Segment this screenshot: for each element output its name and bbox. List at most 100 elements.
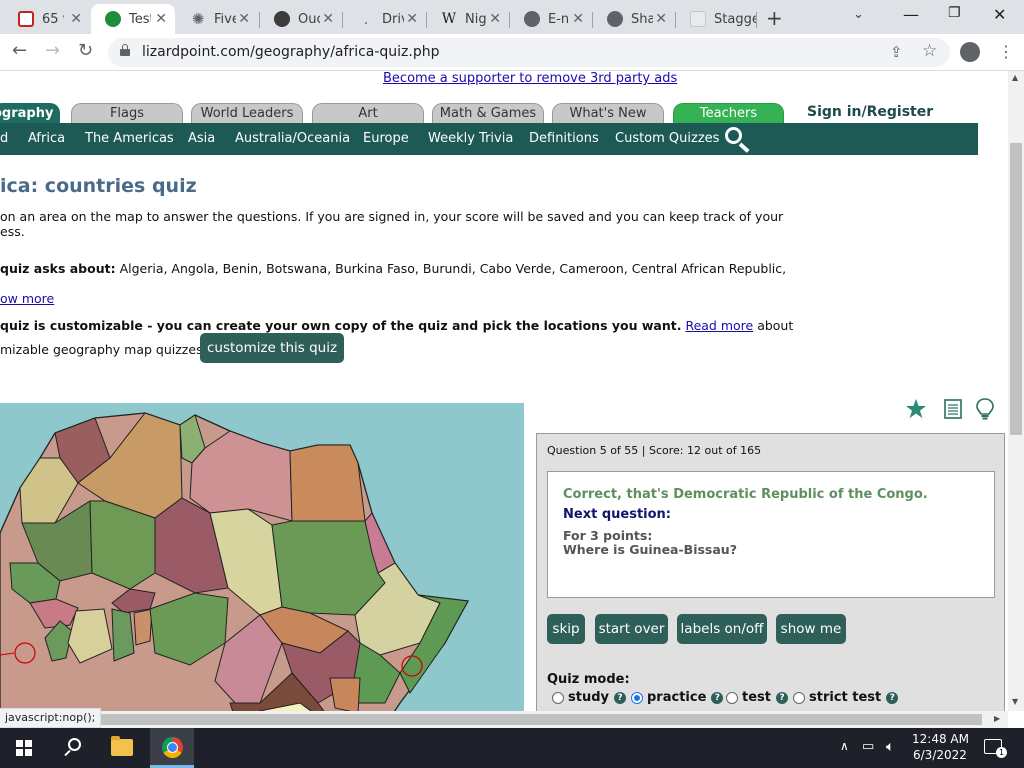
vertical-scrollbar[interactable]: ▲ ▼ (1008, 71, 1024, 711)
browser-tab[interactable]: 65 v ✕ (4, 4, 90, 34)
clock-time[interactable]: 12:48 AM (912, 732, 969, 746)
tray-chevron-up-icon[interactable]: ∧ (840, 739, 849, 753)
country-mali[interactable] (89, 500, 156, 590)
browser-tab[interactable]: . Driv ✕ (344, 4, 426, 34)
tab-flags[interactable]: Flags (71, 103, 183, 125)
volume-icon[interactable]: 🔈︎ (886, 739, 894, 755)
close-window-icon[interactable]: ✕ (993, 5, 1006, 24)
windows-start-icon[interactable] (16, 740, 32, 756)
close-tab-icon[interactable]: ✕ (238, 11, 250, 27)
address-bar[interactable]: lizardpoint.com/geography/africa-quiz.ph… (108, 38, 950, 67)
close-tab-icon[interactable]: ✕ (322, 11, 334, 27)
nav-weekly-trivia[interactable]: Weekly Trivia (428, 131, 513, 146)
nav-world[interactable]: d (0, 131, 8, 146)
customize-quiz-button[interactable]: customize this quiz (200, 333, 345, 363)
tab-teachers[interactable]: Teachers (673, 103, 784, 125)
tab-search-chevron-icon[interactable]: ⌄ (853, 7, 864, 22)
browser-tab[interactable]: W Nig ✕ (427, 4, 509, 34)
show-more-row: ow more (0, 291, 54, 306)
horizontal-scroll-thumb[interactable] (84, 714, 982, 725)
browser-tab[interactable]: Ouc ✕ (260, 4, 342, 34)
search-icon[interactable] (725, 127, 753, 153)
labels-toggle-button[interactable]: labels on/off (677, 614, 767, 644)
skip-button[interactable]: skip (547, 614, 585, 644)
tab-whats-new[interactable]: What's New (552, 103, 664, 125)
help-icon[interactable]: ? (886, 691, 899, 704)
tab-world-leaders[interactable]: World Leaders (191, 103, 303, 125)
new-tab-icon[interactable]: + (766, 6, 783, 30)
mode-test[interactable]: test ? (726, 690, 788, 705)
file-explorer-icon[interactable] (111, 736, 133, 756)
back-arrow-icon[interactable]: ← (12, 40, 27, 61)
support-ad-link[interactable]: Become a supporter to remove 3rd party a… (383, 71, 677, 86)
reload-icon[interactable]: ↻ (78, 40, 93, 61)
nav-asia[interactable]: Asia (188, 131, 215, 146)
mode-study[interactable]: study ? (552, 690, 626, 705)
mode-study-radio[interactable] (552, 691, 564, 704)
show-me-button[interactable]: show me (776, 614, 846, 644)
show-more-link[interactable]: ow more (0, 291, 54, 306)
close-tab-icon[interactable]: ✕ (70, 11, 82, 27)
lightbulb-hint-icon[interactable] (975, 398, 995, 420)
sign-in-register-link[interactable]: Sign in/Register (807, 104, 933, 120)
clock-date[interactable]: 6/3/2022 (913, 748, 967, 762)
customizable-text: quiz is customizable - you can create yo… (0, 318, 794, 333)
country-uganda[interactable] (329, 677, 361, 711)
country-togo-benin[interactable] (133, 608, 153, 646)
forward-arrow-icon[interactable]: → (45, 40, 60, 61)
mode-strict-test-radio[interactable] (793, 691, 805, 704)
tab-geography[interactable]: ography (0, 103, 60, 125)
scroll-right-arrow-icon[interactable]: ▶ (994, 714, 1000, 723)
close-tab-icon[interactable]: ✕ (155, 11, 167, 27)
taskbar-search-icon[interactable] (63, 738, 83, 758)
browser-tab[interactable]: ✺ Five ✕ (176, 4, 258, 34)
help-icon[interactable]: ? (775, 691, 788, 704)
read-more-link[interactable]: Read more (685, 318, 753, 333)
tab-art[interactable]: Art (312, 103, 424, 125)
mode-test-radio[interactable] (726, 691, 738, 704)
horizontal-scrollbar[interactable]: ▶ (0, 711, 1008, 728)
question-text: Where is Guinea-Bissau? (563, 542, 737, 557)
nav-custom-quizzes[interactable]: Custom Quizzes (615, 131, 719, 146)
share-icon[interactable]: ⇪ (890, 43, 903, 61)
help-icon[interactable]: ? (614, 691, 626, 704)
url-text[interactable]: lizardpoint.com/geography/africa-quiz.ph… (142, 44, 440, 60)
close-tab-icon[interactable]: ✕ (406, 11, 418, 27)
browser-tab[interactable]: Stagger (676, 4, 756, 34)
mode-practice[interactable]: practice ? (631, 690, 724, 705)
network-icon[interactable]: ▭ (862, 739, 874, 754)
start-over-button[interactable]: start over (595, 614, 668, 644)
scroll-down-arrow-icon[interactable]: ▼ (1012, 697, 1018, 706)
restore-icon[interactable]: ❐ (948, 5, 961, 21)
nav-definitions[interactable]: Definitions (529, 131, 599, 146)
mode-practice-radio[interactable] (631, 691, 643, 704)
browser-tab-active[interactable]: Test ✕ (91, 4, 175, 34)
quiz-mode-label: Quiz mode: (547, 672, 630, 687)
vertical-scroll-thumb[interactable] (1010, 143, 1022, 435)
browser-tab[interactable]: E-n ✕ (510, 4, 592, 34)
browser-tab[interactable]: Sha ✕ (593, 4, 675, 34)
close-tab-icon[interactable]: ✕ (572, 11, 584, 27)
nav-europe[interactable]: Europe (363, 131, 409, 146)
chrome-icon[interactable] (162, 737, 183, 758)
tab-math-games[interactable]: Math & Games (432, 103, 544, 125)
country-ghana[interactable] (111, 608, 135, 662)
minimize-icon[interactable]: — (903, 5, 919, 24)
lizardpoint-icon (105, 11, 121, 27)
nav-australia-oceania[interactable]: Australia/Oceania (235, 131, 350, 146)
lock-icon[interactable] (120, 44, 130, 56)
favorite-star-icon[interactable] (905, 398, 927, 420)
close-tab-icon[interactable]: ✕ (489, 11, 501, 27)
scroll-up-arrow-icon[interactable]: ▲ (1012, 73, 1018, 82)
nav-the-americas[interactable]: The Americas (85, 131, 174, 146)
africa-map[interactable]: p (0, 403, 524, 711)
bookmark-star-icon[interactable]: ☆ (922, 41, 937, 61)
help-icon[interactable]: ? (711, 691, 724, 704)
mode-strict-test[interactable]: strict test ? (793, 690, 899, 705)
profile-avatar-icon[interactable] (960, 42, 980, 62)
printable-worksheet-icon[interactable] (942, 398, 964, 420)
close-tab-icon[interactable]: ✕ (655, 11, 667, 27)
country-egypt[interactable] (289, 444, 366, 522)
nav-africa[interactable]: Africa (28, 131, 65, 146)
browser-menu-icon[interactable]: ⋮ (998, 42, 1014, 61)
